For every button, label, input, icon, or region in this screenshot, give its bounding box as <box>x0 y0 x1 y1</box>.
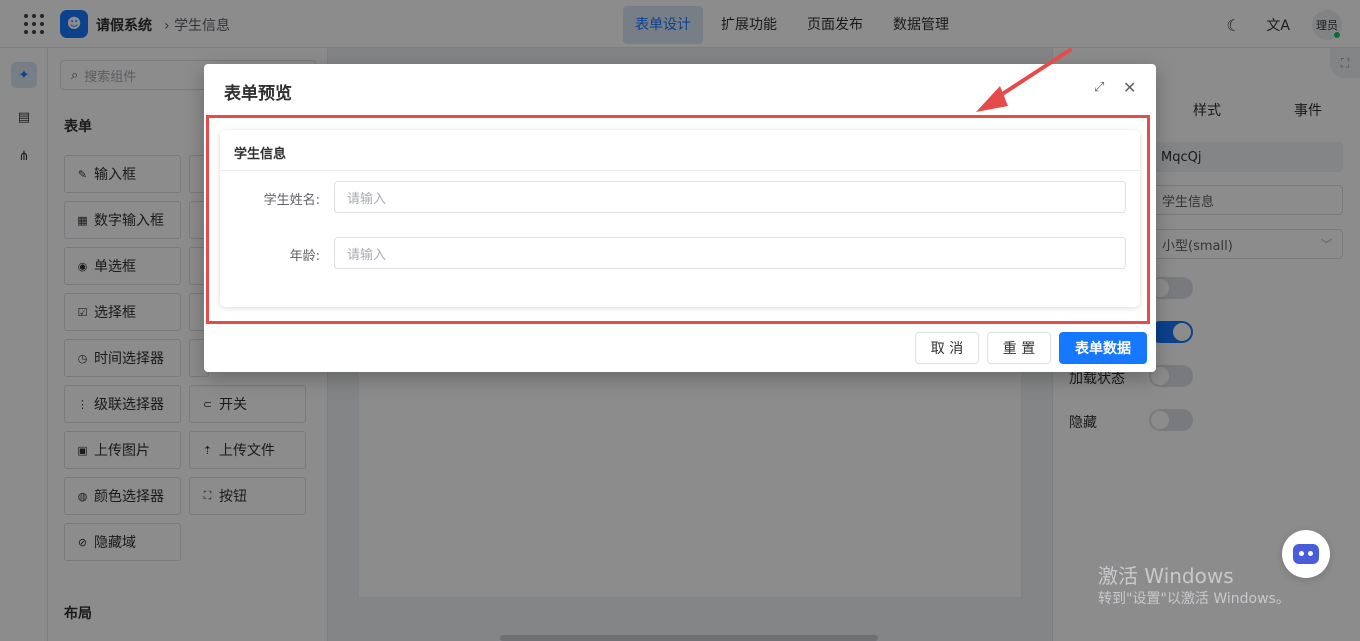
reset-button[interactable]: 重 置 <box>987 332 1051 364</box>
close-icon[interactable]: ✕ <box>1123 78 1136 97</box>
form-data-button[interactable]: 表单数据 <box>1059 332 1147 364</box>
assistant-robot-button[interactable] <box>1282 530 1330 578</box>
annotation-highlight-box <box>206 115 1150 324</box>
dialog-title: 表单预览 <box>224 84 292 104</box>
fullscreen-icon[interactable]: ⤢ <box>1094 80 1104 95</box>
windows-watermark-title: 激活 Windows <box>1098 564 1234 588</box>
robot-icon <box>1293 544 1319 564</box>
cancel-button[interactable]: 取 消 <box>915 332 979 364</box>
annotation-arrow <box>976 48 1072 112</box>
windows-watermark-subtitle: 转到"设置"以激活 Windows。 <box>1098 591 1290 607</box>
